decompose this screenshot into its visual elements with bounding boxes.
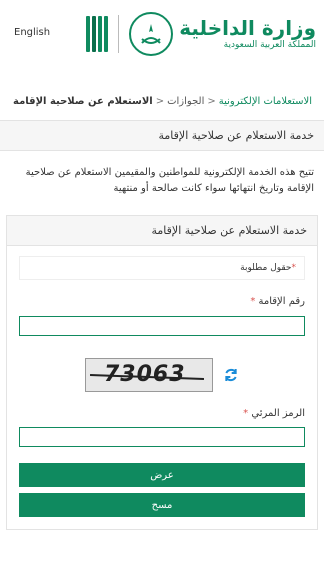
iqama-label-text: رقم الإقامة (258, 296, 305, 307)
iqama-number-input[interactable] (19, 315, 305, 336)
clear-button[interactable]: مسح (19, 493, 305, 517)
breadcrumb-separator-icon: < (207, 96, 216, 107)
service-title-bar: خدمة الاستعلام عن صلاحية الإقامة (0, 120, 324, 151)
logo-title: وزارة الداخلية (179, 16, 316, 40)
inquiry-form-panel: خدمة الاستعلام عن صلاحية الإقامة *حقول م… (6, 215, 318, 530)
logo-subtitle: المملكة العربية السعودية (223, 40, 316, 50)
captcha-label: الرمز المرئي * (19, 408, 305, 419)
breadcrumb-link-e-inquiries[interactable]: الاستعلامات الإلكترونية (219, 96, 312, 107)
language-switch-link[interactable]: English (14, 27, 50, 38)
captcha-image: 73063 (85, 357, 213, 392)
form-panel-title: خدمة الاستعلام عن صلاحية الإقامة (7, 216, 317, 246)
captcha-input[interactable] (19, 427, 305, 447)
logo-text: وزارة الداخلية المملكة العربية السعودية (179, 17, 316, 51)
saudi-emblem-icon (129, 12, 174, 56)
breadcrumb: الاستعلامات الإلكترونية<الجوازات<الاستعل… (0, 70, 324, 116)
submit-button[interactable]: عرض (19, 463, 305, 487)
required-star: * (243, 407, 249, 419)
ministry-logo[interactable]: وزارة الداخلية المملكة العربية السعودية (86, 12, 316, 56)
logo-divider (118, 15, 120, 53)
refresh-icon[interactable] (223, 367, 239, 383)
required-star: * (250, 296, 256, 307)
form-body: *حقول مطلوبة رقم الإقامة * 73063 الرمز ا… (7, 246, 317, 529)
service-title: خدمة الاستعلام عن صلاحية الإقامة (158, 129, 314, 142)
site-header: English وزارة الداخلية المملكة العربية ا… (0, 0, 324, 70)
absher-logo-icon (86, 16, 109, 52)
captcha-row: 73063 (19, 357, 305, 392)
breadcrumb-link-passports[interactable]: الجوازات (167, 96, 204, 107)
captcha-label-text: الرمز المرئي (251, 407, 305, 419)
service-description: تتيح هذه الخدمة الإلكترونية للمواطنين وا… (25, 167, 314, 194)
required-note-text: حقول مطلوبة (240, 263, 292, 273)
breadcrumb-current: الاستعلام عن صلاحية الإقامة (13, 96, 153, 107)
breadcrumb-separator-icon: < (155, 96, 165, 107)
required-fields-note: *حقول مطلوبة (19, 256, 305, 280)
iqama-number-label: رقم الإقامة * (19, 296, 305, 307)
required-star: * (291, 263, 297, 273)
